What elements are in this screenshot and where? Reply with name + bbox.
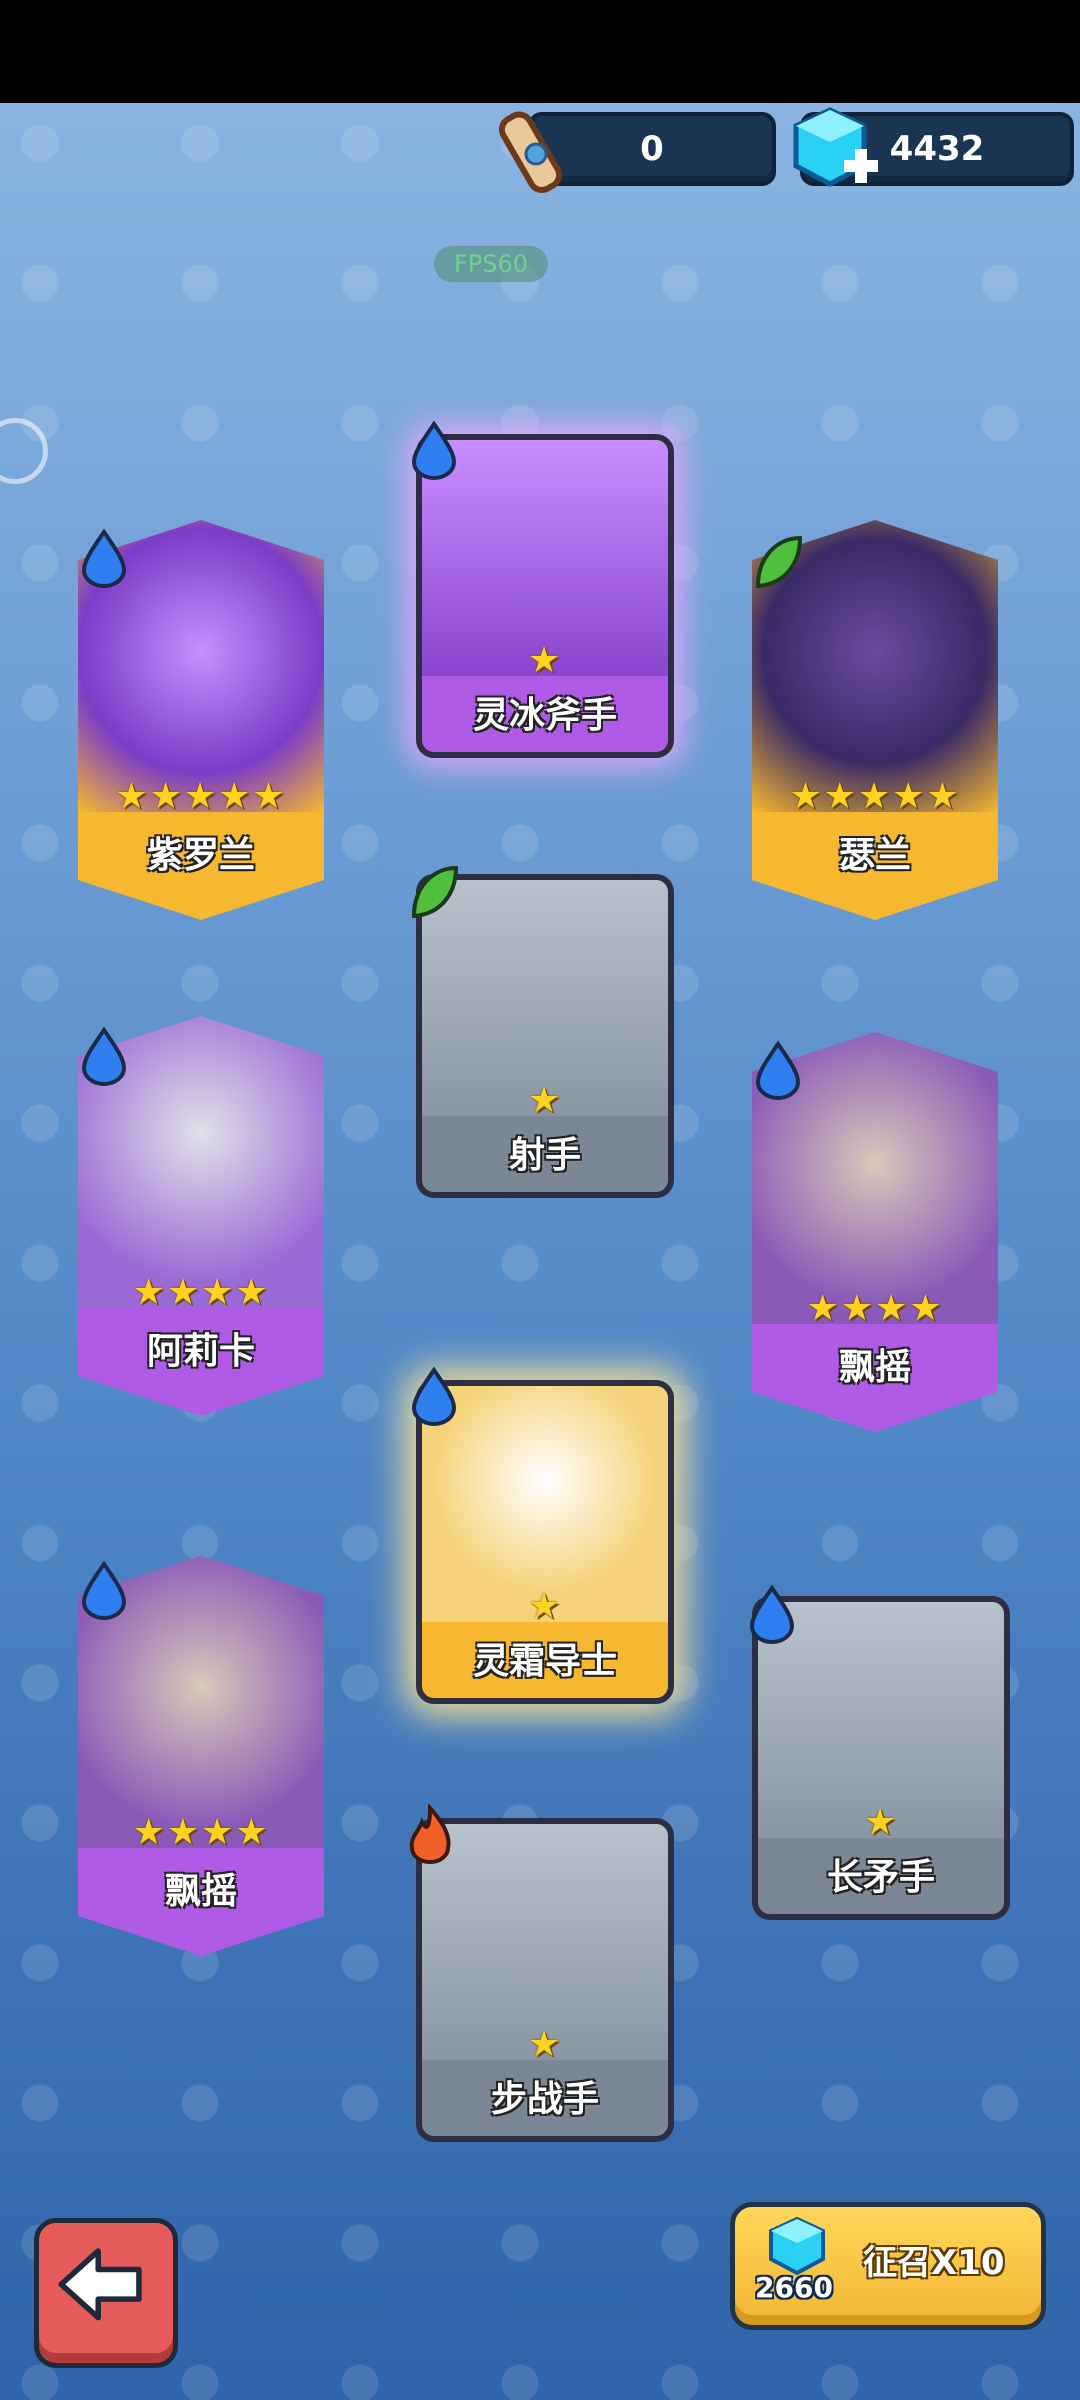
hero-card-archer[interactable]: ★ 射手 <box>416 874 674 1198</box>
hero-card-ice-axe[interactable]: ★ 灵冰斧手 <box>416 434 674 758</box>
hero-name: 紫罗兰 <box>146 835 255 876</box>
summon-x10-button[interactable]: 2660 征召X10 <box>730 2202 1046 2330</box>
summon-label: 征召X10 <box>863 2243 1005 2283</box>
water-element-icon <box>411 420 457 480</box>
hero-card-spearman[interactable]: ★ 长矛手 <box>752 1596 1010 1920</box>
water-element-icon <box>755 1040 801 1100</box>
leaf-element-icon <box>411 865 459 919</box>
star-rating: ★ <box>863 1802 899 1843</box>
hero-name: 飘摇 <box>838 1347 911 1388</box>
hero-name: 长矛手 <box>826 1857 935 1898</box>
fps-indicator: FPS60 <box>434 246 548 282</box>
water-element-icon <box>81 528 127 588</box>
water-element-icon <box>749 1584 795 1644</box>
hero-name: 灵霜导士 <box>472 1641 617 1682</box>
water-element-icon <box>81 1560 127 1620</box>
gem-plus-icon[interactable] <box>790 104 890 200</box>
hero-name: 射手 <box>508 1135 581 1176</box>
hero-name: 灵冰斧手 <box>472 695 617 736</box>
star-rating: ★ <box>527 1586 563 1627</box>
back-button[interactable] <box>34 2218 178 2368</box>
star-rating: ★★★★ <box>806 1288 944 1329</box>
water-element-icon <box>411 1366 457 1426</box>
hero-name: 阿莉卡 <box>146 1331 255 1372</box>
water-element-icon <box>81 1026 127 1086</box>
status-bar <box>0 0 1080 103</box>
hero-card-infantry[interactable]: ★ 步战手 <box>416 1818 674 2142</box>
hero-name: 步战手 <box>490 2079 599 2120</box>
star-rating: ★ <box>527 2024 563 2065</box>
star-rating: ★★★★ <box>132 1812 270 1853</box>
fire-element-icon <box>409 1804 451 1864</box>
hero-name: 飘摇 <box>164 1871 237 1912</box>
scroll-icon <box>498 111 563 194</box>
star-rating: ★★★★★ <box>115 776 287 817</box>
hero-card-frost-guide[interactable]: ★ 灵霜导士 <box>416 1380 674 1704</box>
leaf-element-icon <box>755 535 803 589</box>
star-rating: ★★★★ <box>132 1272 270 1313</box>
gem-icon <box>769 2216 825 2276</box>
summon-cost: 2660 <box>755 2271 833 2304</box>
star-rating: ★★★★★ <box>789 776 961 817</box>
star-rating: ★ <box>527 640 563 681</box>
hero-name: 瑟兰 <box>838 835 911 876</box>
arrow-left-icon <box>58 2248 142 2321</box>
star-rating: ★ <box>527 1080 563 1121</box>
